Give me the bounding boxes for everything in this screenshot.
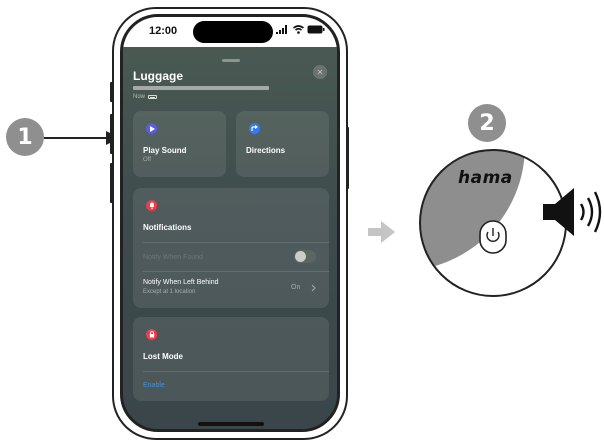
play-sound-label: Play Sound	[143, 146, 187, 155]
lost-mode-card: Lost Mode Enable	[133, 317, 329, 401]
phone-mute-switch	[110, 82, 113, 102]
item-battery-icon	[148, 95, 158, 99]
next-step-arrow-icon	[368, 221, 395, 243]
item-title: Luggage	[133, 69, 183, 83]
divider	[143, 242, 329, 243]
directions-arrow-icon	[249, 123, 260, 134]
enable-lost-mode-link[interactable]: Enable	[143, 382, 165, 389]
phone-screen: 12:00 Luggage × Now Play Sound Off Direc…	[120, 14, 340, 432]
play-sound-status: Off	[143, 157, 151, 163]
divider	[143, 371, 329, 372]
notifications-heading: Notifications	[143, 223, 192, 232]
battery-icon	[307, 25, 325, 34]
phone-volume-down	[110, 163, 113, 203]
bell-icon	[146, 200, 157, 211]
brand-logo: hama	[458, 168, 513, 188]
status-time: 12:00	[149, 25, 178, 37]
toggle-knob	[295, 251, 306, 262]
chevron-right-icon[interactable]	[311, 284, 316, 292]
close-button[interactable]: ×	[313, 65, 327, 79]
address-placeholder-bar	[133, 86, 269, 90]
notify-left-behind-sub: Except at 1 location	[143, 289, 196, 295]
wifi-icon	[293, 25, 304, 34]
status-icons	[276, 25, 325, 34]
directions-label: Directions	[246, 146, 286, 155]
item-detail-sheet: Luggage × Now Play Sound Off Directions	[123, 47, 337, 429]
sheet-grabber[interactable]	[222, 59, 240, 62]
step-one-badge: 1	[6, 118, 44, 156]
play-icon	[146, 123, 157, 134]
directions-card[interactable]: Directions	[236, 111, 329, 177]
notify-when-found-toggle[interactable]	[294, 250, 316, 263]
close-icon: ×	[317, 67, 323, 77]
phone-volume-up	[110, 114, 113, 154]
step-one-number: 1	[17, 124, 33, 150]
timestamp: Now	[133, 94, 146, 100]
step-two-badge: 2	[468, 104, 506, 142]
last-seen-row: Now	[133, 94, 158, 100]
step-two-number: 2	[479, 110, 495, 136]
notify-left-behind-value: On	[291, 284, 301, 291]
divider	[143, 271, 329, 272]
play-sound-card[interactable]: Play Sound Off	[133, 111, 226, 177]
power-button[interactable]	[479, 220, 507, 254]
status-bar: 12:00	[123, 17, 337, 47]
lost-mode-heading: Lost Mode	[143, 352, 183, 361]
notify-when-found-label: Notify When Found	[143, 254, 203, 261]
home-indicator	[198, 422, 264, 426]
signal-icon	[276, 25, 287, 34]
notifications-card: Notifications Notify When Found Notify W…	[133, 188, 329, 308]
sound-waves-icon	[579, 191, 602, 233]
dynamic-island	[193, 21, 273, 43]
phone-power-button	[346, 127, 349, 189]
lock-icon	[146, 329, 157, 340]
notify-left-behind-label[interactable]: Notify When Left Behind	[143, 279, 219, 286]
